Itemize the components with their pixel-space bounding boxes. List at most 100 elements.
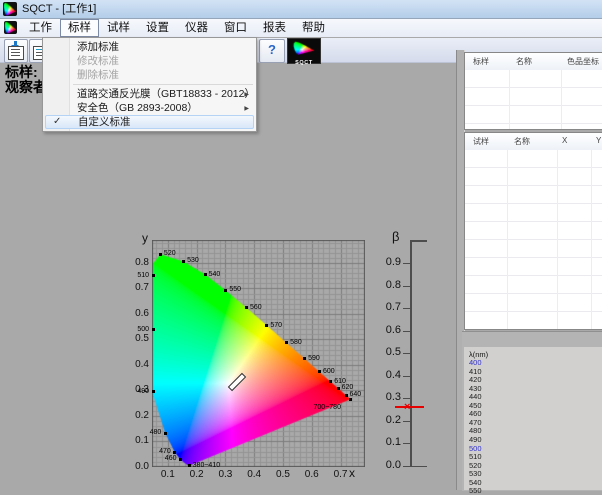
locus-label: 500 [129, 326, 149, 333]
beta-tick [403, 398, 410, 399]
beta-tick [403, 376, 410, 377]
locus-point [285, 341, 288, 344]
beta-tick-label: 0.1 [377, 436, 401, 448]
menu-item-edit-standard[interactable]: 修改标准 [45, 54, 254, 68]
menu-item-road-traffic-reflective-film-standard[interactable]: 道路交通反光膜（GBT18833 - 2012）▶ [45, 87, 254, 101]
menu-separator [73, 84, 253, 85]
locus-label: 700~780 [314, 404, 352, 411]
locus-point [152, 328, 155, 331]
locus-label: 520 [164, 250, 176, 257]
column-header[interactable]: 色品坐标 [567, 56, 599, 67]
wavelength-list[interactable]: λ(nm) 4004104204304404504604704804905005… [464, 347, 602, 490]
beta-tick [403, 286, 410, 287]
beta-axis-top-cap [410, 240, 427, 242]
wavelength-item[interactable]: 400 [469, 359, 482, 367]
locus-point [164, 432, 167, 435]
menu-sample[interactable]: 试样 [99, 19, 138, 37]
wavelength-item[interactable]: 550 [469, 487, 482, 495]
locus-label: 580 [290, 339, 302, 346]
locus-point [303, 357, 306, 360]
help-button[interactable]: ? [259, 39, 285, 63]
column-divider [507, 150, 508, 329]
beta-tick [403, 263, 410, 264]
locus-label: 530 [187, 257, 199, 264]
menu-settings[interactable]: 设置 [138, 19, 177, 37]
menu-item-custom-standard[interactable]: 自定义标准✓ [45, 115, 254, 129]
locus-label: 510 [129, 272, 149, 279]
column-divider [557, 150, 558, 329]
locus-label: 470 [151, 448, 171, 455]
x-tick-label: 0.4 [242, 469, 266, 480]
locus-point [159, 253, 162, 256]
beta-axis-bottom-cap [410, 466, 427, 468]
locus-label: 560 [250, 304, 262, 311]
standard-list-button[interactable] [4, 39, 28, 63]
locus-label: 570 [270, 322, 282, 329]
standard-table[interactable]: 标样 名称 色品坐标 [464, 52, 602, 130]
sample-table[interactable]: 试样 名称 X Y [464, 132, 602, 330]
y-tick-label: 0.5 [122, 333, 149, 344]
menu-standard[interactable]: 标样 [60, 19, 99, 37]
menu-item-add-standard[interactable]: 添加标准 [45, 40, 254, 54]
cie-chromaticity-chart [152, 240, 365, 467]
standard-menu-dropdown: 添加标准修改标准删除标准道路交通反光膜（GBT18833 - 2012）▶安全色… [42, 37, 257, 132]
menu-item-delete-standard[interactable]: 删除标准 [45, 68, 254, 82]
column-header[interactable]: X [562, 136, 567, 145]
menu-item-label: 修改标准 [77, 55, 119, 67]
column-header[interactable]: 名称 [514, 136, 530, 147]
locus-point [265, 324, 268, 327]
column-header[interactable]: Y [596, 136, 601, 145]
column-header[interactable]: 名称 [516, 56, 532, 67]
y-tick-label: 0.8 [122, 257, 149, 268]
submenu-arrow-icon: ▶ [244, 102, 249, 116]
standard-table-header: 标样 名称 色品坐标 [465, 53, 602, 71]
observer-label: 观察者 [5, 77, 47, 97]
document-icon[interactable] [4, 21, 17, 34]
menu-item-label: 安全色（GB 2893-2008） [77, 102, 198, 114]
app-window: { "window": { "title": "SQCT - [工作1]" },… [0, 0, 602, 490]
beta-tick [403, 308, 410, 309]
x-tick-label: 0.2 [185, 469, 209, 480]
beta-tick [403, 421, 410, 422]
y-axis-title: y [142, 231, 148, 245]
beta-tick [403, 443, 410, 444]
column-header[interactable]: 标样 [473, 56, 489, 67]
title-bar[interactable]: SQCT - [工作1] [0, 0, 602, 19]
locus-point [224, 289, 227, 292]
beta-tick-label: 0.7 [377, 301, 401, 313]
menu-item-safety-color-standard[interactable]: 安全色（GB 2893-2008） ▶ [45, 101, 254, 115]
sample-table-header: 试样 名称 X Y [465, 133, 602, 151]
locus-point [173, 451, 176, 454]
wavelength-item[interactable]: 440 [469, 393, 482, 401]
menu-window[interactable]: 窗口 [216, 19, 255, 37]
wavelength-item[interactable]: 510 [469, 453, 482, 461]
beta-marker-cross-icon: × [404, 402, 410, 412]
beta-tick-label: 0.9 [377, 256, 401, 268]
sqct-logo-button[interactable]: SQCT [287, 38, 321, 64]
menu-items: 工作标样试样设置仪器窗口报表帮助 [21, 19, 333, 37]
wavelength-item[interactable]: 420 [469, 376, 482, 384]
locus-label: 550 [229, 286, 241, 293]
y-tick-label: 0.0 [122, 461, 149, 472]
menu-help[interactable]: 帮助 [294, 19, 333, 37]
beta-axis-title: β [392, 229, 399, 244]
y-tick-label: 0.1 [122, 435, 149, 446]
locus-label: 590 [308, 355, 320, 362]
menu-instrument[interactable]: 仪器 [177, 19, 216, 37]
sqct-label: SQCT [288, 60, 320, 66]
menu-report[interactable]: 报表 [255, 19, 294, 37]
cie-diagram-icon [292, 41, 316, 55]
locus-point [188, 464, 191, 467]
standard-table-body[interactable] [465, 70, 602, 129]
menu-item-label: 自定义标准 [78, 116, 131, 128]
x-tick-label: 0.1 [156, 469, 180, 480]
help-label: ? [268, 42, 276, 57]
locus-point [182, 260, 185, 263]
locus-point [337, 387, 340, 390]
sample-table-body[interactable] [465, 150, 602, 329]
menu-work[interactable]: 工作 [21, 19, 60, 37]
wavelength-item[interactable]: 490 [469, 436, 482, 444]
wavelength-item[interactable]: 530 [469, 470, 482, 478]
column-header[interactable]: 试样 [473, 136, 489, 147]
beta-tick-label: 0.2 [377, 414, 401, 426]
